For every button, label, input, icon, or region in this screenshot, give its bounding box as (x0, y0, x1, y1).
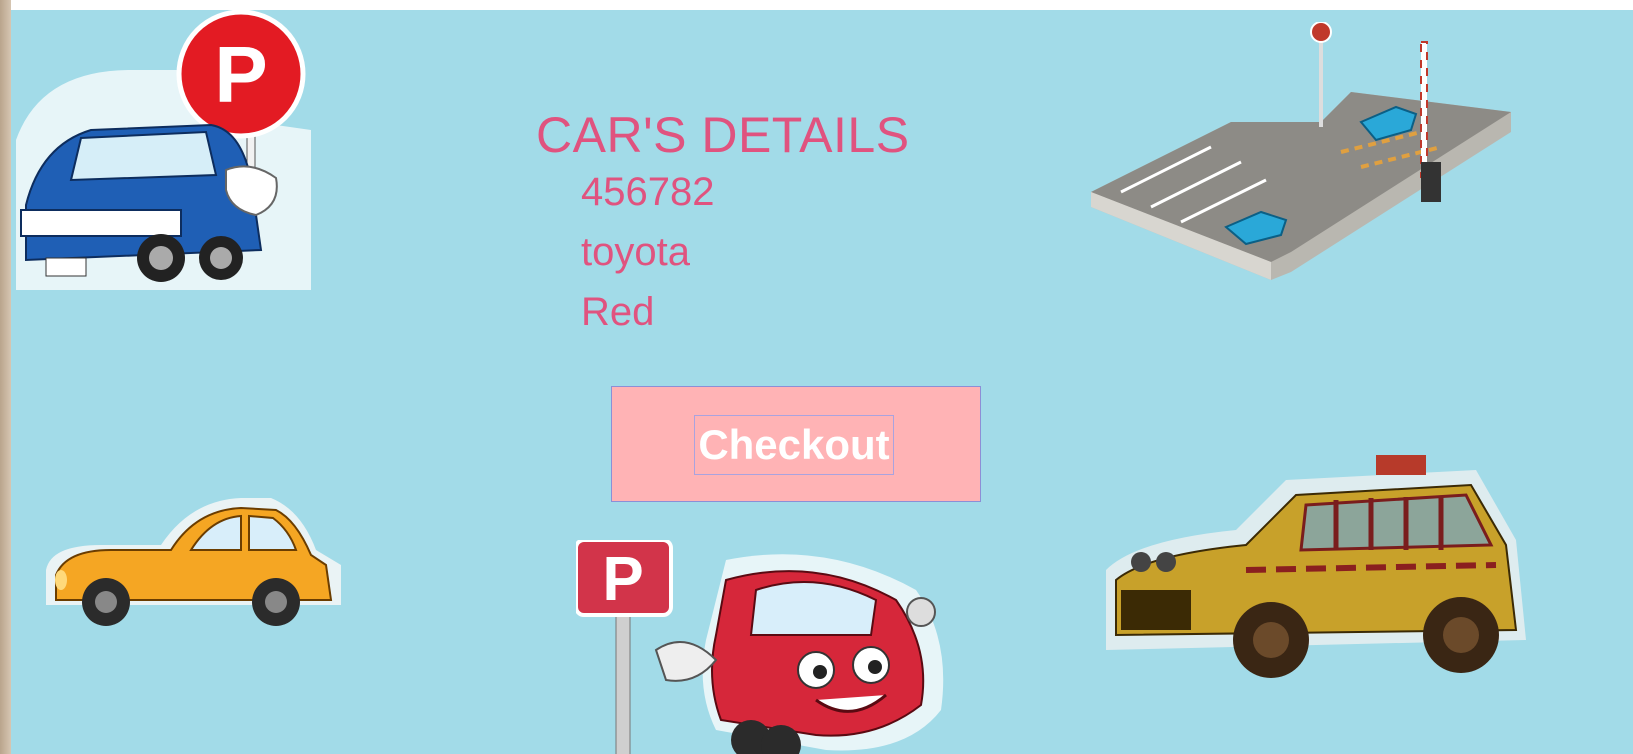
blue-car-parking-sign-illustration: P (11, 10, 331, 310)
red-cartoon-car-parking-sign-illustration: P (576, 540, 966, 754)
parking-lot-illustration (1091, 22, 1531, 292)
yellow-suv-illustration (1096, 450, 1536, 700)
checkout-panel: Checkout (611, 386, 981, 502)
window-top-strip (11, 0, 1633, 10)
parking-letter: P (214, 30, 267, 119)
orange-car-illustration (41, 490, 351, 650)
checkout-button[interactable]: Checkout (694, 415, 894, 475)
parking-letter: P (602, 545, 643, 614)
car-make: toyota (581, 230, 690, 274)
app-canvas: P CAR'S DETAILS 456782 toyota Red Checko… (11, 10, 1633, 754)
car-number: 456782 (581, 170, 715, 214)
car-color: Red (581, 290, 655, 334)
window-left-border (0, 0, 11, 754)
page-title: CAR'S DETAILS (536, 107, 910, 163)
